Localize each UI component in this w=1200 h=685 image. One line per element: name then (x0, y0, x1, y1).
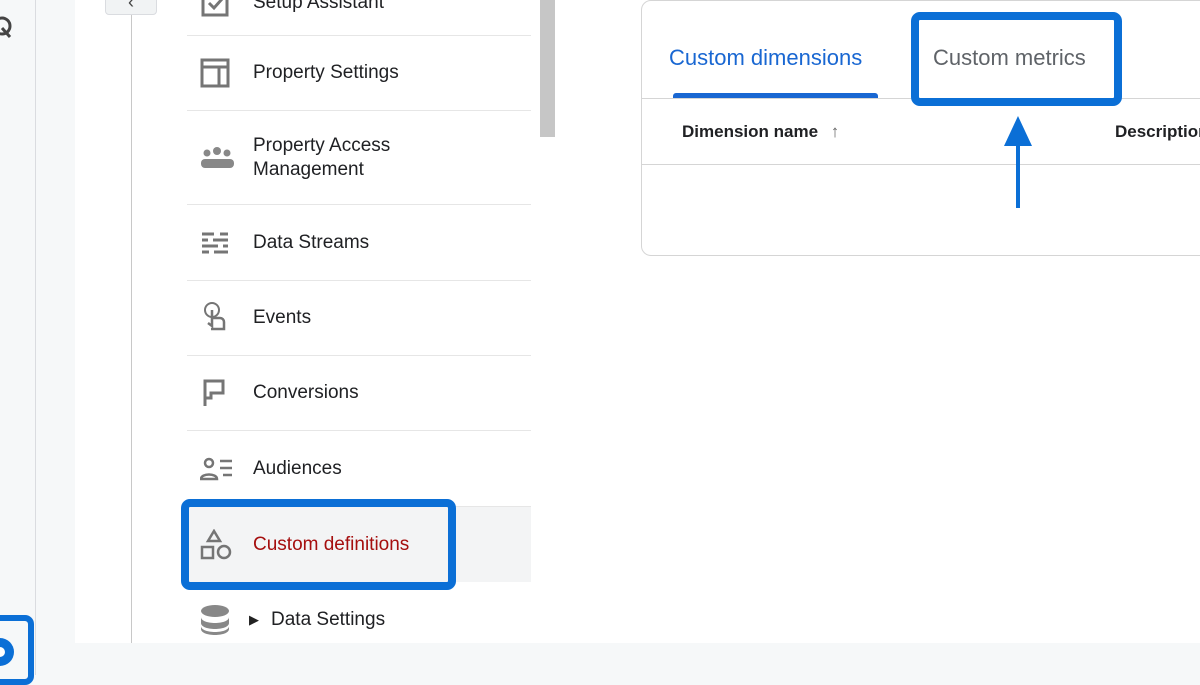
tab-custom-dimensions[interactable]: Custom dimensions (669, 45, 862, 71)
nav-label: Events (253, 307, 312, 328)
flag-icon (187, 378, 253, 408)
scrollbar[interactable] (540, 0, 555, 137)
nav-item-setup-assistant[interactable]: Setup Assistant (187, 0, 531, 36)
nav-label: Audiences (253, 457, 342, 479)
annotation-arrow-icon (1004, 116, 1032, 208)
nav-item-events[interactable]: Events (187, 281, 531, 356)
gear-icon[interactable] (0, 630, 22, 670)
nav-item-data-streams[interactable]: Data Streams (187, 205, 531, 281)
nav-label: Property Settings (253, 62, 399, 83)
audience-icon (187, 456, 253, 482)
people-icon (187, 146, 253, 170)
layout-icon (187, 58, 253, 88)
nav-label: Property Access Management (253, 134, 391, 180)
nav-label: Conversions (253, 382, 359, 403)
divider (131, 15, 132, 643)
column-header-dimension-name[interactable]: Dimension name ↑ (682, 122, 839, 142)
nav-item-data-settings[interactable]: ▶ Data Settings (187, 582, 531, 657)
back-button[interactable]: ‹ (105, 0, 157, 15)
nav-label: Data Streams (253, 231, 370, 253)
nav-item-property-access-management[interactable]: Property Access Management (187, 111, 531, 205)
divider (642, 164, 1200, 165)
nav-item-conversions[interactable]: Conversions (187, 356, 531, 431)
nav-item-property-settings[interactable]: Property Settings (187, 36, 531, 111)
nav-label: Setup Assistant (253, 0, 384, 13)
custom-metrics-highlight (911, 12, 1122, 106)
left-rail (0, 0, 36, 685)
database-icon (187, 604, 249, 635)
search-icon[interactable] (0, 14, 20, 44)
sort-ascending-icon[interactable]: ↑ (831, 122, 840, 141)
touch-icon (187, 301, 253, 335)
streams-icon (187, 228, 253, 258)
column-label: Dimension name (682, 122, 819, 141)
column-header-description[interactable]: Description (1115, 122, 1200, 142)
custom-definitions-highlight (181, 499, 456, 590)
expand-triangle-icon[interactable]: ▶ (249, 612, 259, 628)
nav-item-audiences[interactable]: Audiences (187, 431, 531, 507)
nav-label: Data Settings (271, 608, 386, 630)
checkbox-icon (187, 0, 253, 18)
